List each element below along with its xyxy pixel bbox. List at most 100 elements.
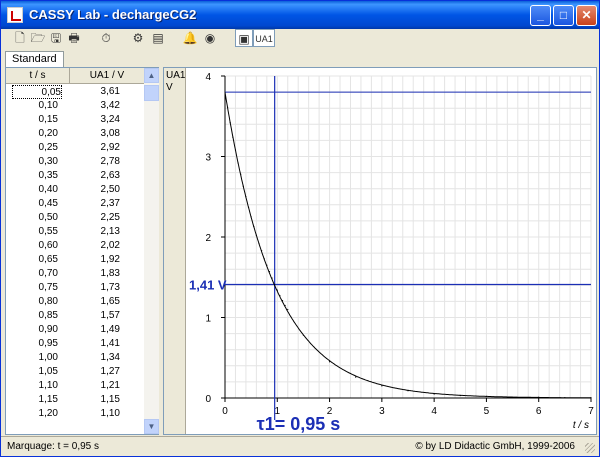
cell-t[interactable]: 0,05 [12,85,62,99]
table-row[interactable]: 0,55 2,13 [6,225,144,239]
table-row[interactable]: 0,40 2,50 [6,183,144,197]
minimize-button[interactable]: _ [530,5,551,26]
cell-t[interactable]: 0,55 [6,225,58,239]
table-row[interactable]: 0,15 3,24 [6,113,144,127]
cell-ua1[interactable]: 3,24 [70,113,120,127]
column-header-t[interactable]: t / s [6,68,70,84]
table-row[interactable]: 0,65 1,92 [6,253,144,267]
tab-standard[interactable]: Standard [5,51,64,67]
cell-t[interactable]: 0,25 [6,141,58,155]
cell-ua1[interactable]: 1,92 [70,253,120,267]
table-row[interactable]: 1,20 1,10 [6,407,144,421]
cell-ua1[interactable]: 1,49 [70,323,120,337]
table-row[interactable]: 0,95 1,41 [6,337,144,351]
table-row[interactable]: 1,05 1,27 [6,365,144,379]
cell-ua1[interactable]: 1,15 [70,393,120,407]
cell-ua1[interactable]: 2,78 [70,155,120,169]
new-icon[interactable]: 🗋 [11,29,29,47]
cell-ua1[interactable]: 2,02 [70,239,120,253]
title-bar[interactable]: CASSY Lab - dechargeCG2 _ □ ✕ [1,1,599,29]
cell-t[interactable]: 0,15 [6,113,58,127]
cell-ua1[interactable]: 1,21 [70,379,120,393]
cell-ua1[interactable]: 2,25 [70,211,120,225]
cell-t[interactable]: 0,75 [6,281,58,295]
display-icon[interactable]: ▤ [149,29,167,47]
cell-t[interactable]: 1,15 [6,393,58,407]
cell-t[interactable]: 0,90 [6,323,58,337]
table-row[interactable]: 1,10 1,21 [6,379,144,393]
table-row[interactable]: 0,30 2,78 [6,155,144,169]
bell-icon[interactable]: 🔔 [181,29,199,47]
table-row[interactable]: 0,50 2,25 [6,211,144,225]
cell-t[interactable]: 0,10 [6,99,58,113]
close-button[interactable]: ✕ [576,5,597,26]
cell-ua1[interactable]: 1,83 [70,267,120,281]
data-point [263,258,265,260]
open-icon[interactable]: 🗁 [29,29,47,47]
cell-ua1[interactable]: 3,08 [70,127,120,141]
cell-t[interactable]: 0,50 [6,211,58,225]
cell-t[interactable]: 0,45 [6,197,58,211]
print-icon[interactable]: 🖶 [65,29,83,47]
x-tick-label: 0 [222,406,228,417]
cell-ua1[interactable]: 1,10 [70,407,120,421]
table-row[interactable]: 0,75 1,73 [6,281,144,295]
cell-ua1[interactable]: 2,92 [70,141,120,155]
cell-t[interactable]: 0,20 [6,127,58,141]
table-row[interactable]: 0,90 1,49 [6,323,144,337]
cell-t[interactable]: 0,65 [6,253,58,267]
scroll-down-icon[interactable]: ▼ [144,419,159,434]
resize-grip-icon[interactable] [585,443,595,453]
ua1-icon[interactable]: UA1 [253,29,275,47]
cell-ua1[interactable]: 1,34 [70,351,120,365]
table-row[interactable]: 1,15 1,15 [6,393,144,407]
table-row[interactable]: 0,35 2,63 [6,169,144,183]
cell-t[interactable]: 0,40 [6,183,58,197]
table-row[interactable]: 0,05 3,61 [6,85,144,99]
table-row[interactable]: 0,85 1,57 [6,309,144,323]
cell-t[interactable]: 1,00 [6,351,58,365]
cell-ua1[interactable]: 2,63 [70,169,120,183]
maximize-button[interactable]: □ [553,5,574,26]
window-icon[interactable]: ▣ [235,29,253,47]
table-row[interactable]: 0,80 1,65 [6,295,144,309]
table-row[interactable]: 1,00 1,34 [6,351,144,365]
vertical-scrollbar[interactable]: ▲ ▼ [144,68,159,434]
cell-ua1[interactable]: 1,65 [70,295,120,309]
cell-ua1[interactable]: 1,41 [70,337,120,351]
cell-ua1[interactable]: 3,61 [70,85,120,99]
cell-ua1[interactable]: 1,27 [70,365,120,379]
cell-t[interactable]: 0,80 [6,295,58,309]
chart-plot[interactable]: 0 1 2 3 4 5 6 701234t / s1,41 Vτ1= 0,95 s [187,68,597,434]
table-row[interactable]: 0,70 1,83 [6,267,144,281]
cell-ua1[interactable]: 2,37 [70,197,120,211]
column-header-ua1[interactable]: UA1 / V [70,68,144,84]
cell-t[interactable]: 0,95 [6,337,58,351]
stopwatch-icon[interactable]: ⏱ [97,29,115,47]
table-row[interactable]: 0,20 3,08 [6,127,144,141]
table-row[interactable]: 0,10 3,42 [6,99,144,113]
save-icon[interactable]: 🖫 [47,29,65,47]
scroll-thumb[interactable] [144,85,159,101]
cell-t[interactable]: 1,10 [6,379,58,393]
table-row[interactable]: 0,45 2,37 [6,197,144,211]
cell-ua1[interactable]: 1,73 [70,281,120,295]
table-row[interactable]: 0,25 2,92 [6,141,144,155]
cell-t[interactable]: 0,35 [6,169,58,183]
cell-t[interactable]: 0,70 [6,267,58,281]
cell-t[interactable]: 0,85 [6,309,58,323]
cell-t[interactable]: 1,05 [6,365,58,379]
scroll-up-icon[interactable]: ▲ [144,68,159,83]
cell-t[interactable]: 1,20 [6,407,58,421]
cell-ua1[interactable]: 3,42 [70,99,120,113]
cell-t[interactable]: 0,30 [6,155,58,169]
cell-ua1[interactable]: 1,57 [70,309,120,323]
table-row[interactable]: 0,60 2,02 [6,239,144,253]
cell-ua1[interactable]: 2,50 [70,183,120,197]
cell-t[interactable]: 0,60 [6,239,58,253]
data-point [276,289,278,291]
settings-icon[interactable]: ⚙ [129,29,147,47]
cell-ua1[interactable]: 2,13 [70,225,120,239]
chart-panel[interactable]: UA1 V 0123456701234t / s 1,41 Vτ1= 0,95 s [163,67,597,435]
meter-icon[interactable]: ◉ [201,29,219,47]
